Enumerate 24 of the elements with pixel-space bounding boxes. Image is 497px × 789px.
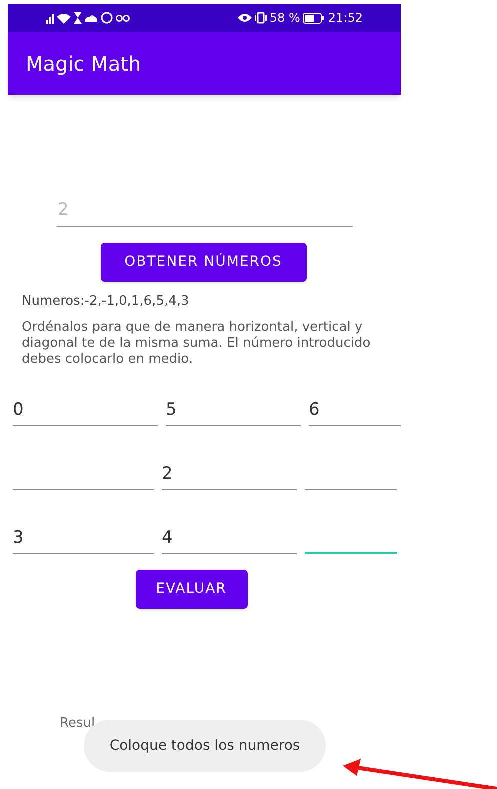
- instructions-text: Ordénalos para que de manera horizontal, vertical y diagonal te de la misma suma. El número introducido debes colocarlo en medio.: [22, 320, 372, 368]
- result-label: Resul: [60, 715, 96, 733]
- voicemail-icon: [116, 14, 130, 22]
- eye-icon: [238, 13, 252, 23]
- cloud-icon: [85, 14, 98, 22]
- battery-icon: [303, 12, 326, 24]
- number-cell-field[interactable]: 0: [13, 396, 158, 426]
- number-input-field[interactable]: 2: [57, 198, 353, 223]
- vibrate-icon: [254, 12, 267, 24]
- number-cell-field[interactable]: 4: [162, 524, 297, 554]
- number-cell-field[interactable]: 5: [166, 396, 301, 426]
- evaluate-button[interactable]: EVALUAR: [136, 570, 248, 608]
- battery-percent: 58 %: [270, 10, 300, 27]
- get-numbers-button[interactable]: OBTENER NÚMEROS: [100, 243, 306, 282]
- signal-icon: [46, 12, 54, 24]
- hourglass-icon: [74, 12, 82, 24]
- number-cell-field[interactable]: 6: [309, 396, 401, 426]
- number-cell-field[interactable]: 3: [13, 524, 154, 554]
- wifi-icon: [57, 12, 71, 24]
- chat-icon: [101, 12, 113, 24]
- numbers-text: Numeros:-2,-1,0,1,6,5,4,3: [22, 293, 190, 311]
- clock: 21:52: [328, 10, 363, 27]
- app-title: Magic Math: [26, 50, 142, 78]
- number-cell-field[interactable]: 2: [162, 460, 297, 490]
